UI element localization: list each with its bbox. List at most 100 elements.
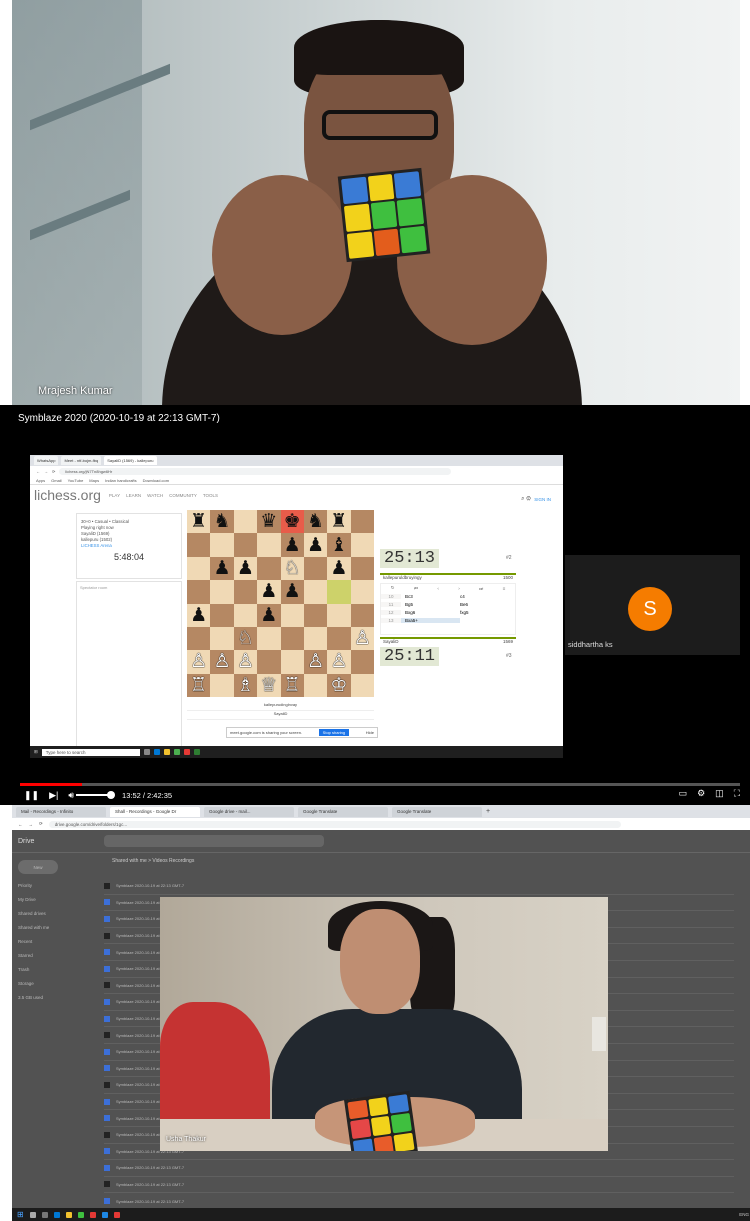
app-icon[interactable] <box>193 749 200 755</box>
menu-community[interactable]: COMMUNITY <box>169 493 197 498</box>
file-row[interactable]: Symblaze 2020-10-19 at 22:13 GMT-7 <box>104 1177 734 1194</box>
board-square[interactable]: ♟ <box>280 533 304 557</box>
chess-piece[interactable]: ♟ <box>284 535 301 555</box>
chess-piece[interactable]: ♗ <box>237 675 254 695</box>
breadcrumb[interactable]: Shared with me > Videos Recordings <box>112 858 194 864</box>
captions-icon[interactable]: ▭ <box>679 788 688 799</box>
recording-player[interactable]: Symblaze 2020 (2020-10-19 at 22:13 GMT-7… <box>0 405 750 805</box>
board-square[interactable] <box>327 603 351 627</box>
chess-board[interactable]: ♜ ♞ ♛ ♚ ♞ ♜ ♟ ♟ ♝ ♟ ♟ ♘ ♟ ♟ ♟ ♟ ♟ ♘ ♙ ♙ ♙ ♙ ♙ ♙ ♖ ♗ ♕ ♖ ♔ <box>187 510 374 697</box>
windows-start-icon[interactable]: ⊞ <box>34 749 38 755</box>
app-icon[interactable] <box>183 749 190 755</box>
board-square[interactable]: ♛ <box>257 510 281 534</box>
chess-piece[interactable]: ♜ <box>190 512 207 531</box>
reload-icon[interactable]: ⟳ <box>52 469 55 474</box>
search-icon[interactable]: ⌕ ⚙ <box>521 496 531 503</box>
menu-icon[interactable]: ≡ <box>503 586 506 591</box>
board-square[interactable]: ♟ <box>233 556 258 581</box>
board-square[interactable] <box>257 650 281 674</box>
board-square[interactable] <box>280 626 304 651</box>
board-square[interactable]: ♘ <box>280 556 304 581</box>
board-square[interactable]: ♚ <box>280 510 304 534</box>
chrome-icon[interactable] <box>77 1211 84 1218</box>
move-white[interactable]: Bg5 <box>401 602 460 607</box>
board-square[interactable]: ♟ <box>303 533 328 557</box>
url-field[interactable]: lichess.org/jN7Tn8hgw6Hr <box>59 467 452 475</box>
board-square[interactable] <box>350 510 374 534</box>
system-tray[interactable]: ENG <box>739 1212 749 1217</box>
board-square[interactable]: ♞ <box>303 510 328 534</box>
board-square[interactable] <box>187 533 211 557</box>
move-black[interactable]: fxg5 <box>460 610 515 615</box>
taskbar-search[interactable]: Type here to search <box>41 748 140 756</box>
board-square[interactable] <box>233 533 258 557</box>
drive-sidebar-item[interactable]: Priority <box>18 878 98 892</box>
board-square[interactable] <box>327 580 351 604</box>
board-square[interactable]: ♜ <box>327 510 351 534</box>
chess-piece[interactable]: ♟ <box>260 582 277 601</box>
move-white[interactable]: Bxg6 <box>401 610 460 615</box>
board-square[interactable] <box>210 580 234 604</box>
bookmark[interactable]: YouTube <box>68 478 84 483</box>
board-square[interactable]: ♙ <box>327 650 351 674</box>
last-move-icon[interactable]: ⏭ <box>479 586 483 591</box>
browser-tab[interactable]: Google Translate <box>298 806 388 817</box>
explorer-icon[interactable] <box>65 1211 72 1218</box>
board-square[interactable] <box>187 580 211 604</box>
board-square[interactable] <box>303 580 328 604</box>
video-progress-bar[interactable] <box>20 783 740 786</box>
app-icon[interactable] <box>101 1211 108 1218</box>
drive-sidebar-item[interactable]: 3.5 GB used <box>18 990 98 1004</box>
board-square[interactable]: ♟ <box>280 580 304 604</box>
menu-tools[interactable]: TOOLS <box>203 493 218 498</box>
menu-play[interactable]: PLAY <box>109 493 120 498</box>
chess-piece[interactable]: ♘ <box>237 629 254 648</box>
app-icon[interactable] <box>113 1211 120 1218</box>
prev-move-icon[interactable]: ‹ <box>437 586 439 591</box>
board-square[interactable]: ♟ <box>210 556 234 581</box>
browser-tab[interactable]: Google Translate <box>392 806 482 817</box>
app-icon[interactable] <box>89 1211 96 1218</box>
volume-knob[interactable] <box>107 791 116 799</box>
board-square[interactable] <box>350 650 374 674</box>
bookmark[interactable]: Download.com <box>143 478 169 483</box>
next-move-icon[interactable]: › <box>458 586 460 591</box>
chess-piece[interactable]: ♚ <box>284 512 301 531</box>
url-field[interactable]: drive.google.com/drive/folders/1gc... <box>48 820 621 828</box>
board-square[interactable] <box>210 603 234 627</box>
file-row[interactable]: Symblaze 2020-10-19 at 22:13 GMT-7 <box>104 878 734 895</box>
board-square[interactable]: ♜ <box>187 510 211 534</box>
bookmark[interactable]: Gmail <box>51 478 61 483</box>
move-white[interactable]: Bc3 <box>401 594 460 599</box>
lichess-logo[interactable]: lichess.org <box>34 487 101 503</box>
new-button[interactable]: New <box>18 860 58 874</box>
move-black[interactable]: Be6 <box>460 602 515 607</box>
signin-link[interactable]: SIGN IN <box>534 497 551 502</box>
chess-piece[interactable]: ♙ <box>190 652 207 671</box>
drive-search[interactable] <box>104 835 325 847</box>
board-square[interactable] <box>303 556 328 581</box>
chess-piece[interactable]: ♙ <box>354 629 371 648</box>
hide-button[interactable]: Hide <box>366 730 374 735</box>
drive-sidebar-item[interactable]: Trash <box>18 962 98 976</box>
chess-piece[interactable]: ♟ <box>190 605 207 625</box>
player-row[interactable]: SayaliD 1569 <box>380 637 516 645</box>
board-square[interactable]: ♔ <box>327 673 351 697</box>
edge-icon[interactable] <box>153 749 160 755</box>
chrome-icon[interactable] <box>173 749 180 755</box>
drive-sidebar-item[interactable]: My Drive <box>18 892 98 906</box>
board-square[interactable]: ♙ <box>187 650 211 674</box>
drive-logo[interactable]: Drive <box>18 838 34 845</box>
board-square[interactable] <box>280 603 304 627</box>
move-black[interactable]: c4 <box>460 594 515 599</box>
board-square[interactable] <box>257 533 281 557</box>
board-square[interactable] <box>303 673 328 697</box>
board-square[interactable] <box>350 533 374 557</box>
chess-piece[interactable]: ♛ <box>260 512 277 531</box>
drive-sidebar-item[interactable]: Recent <box>18 934 98 948</box>
drive-sidebar-item[interactable]: Storage <box>18 976 98 990</box>
board-square[interactable] <box>327 626 351 651</box>
board-square[interactable] <box>350 673 374 697</box>
board-square[interactable]: ♟ <box>187 603 211 627</box>
search-icon[interactable] <box>29 1211 36 1218</box>
